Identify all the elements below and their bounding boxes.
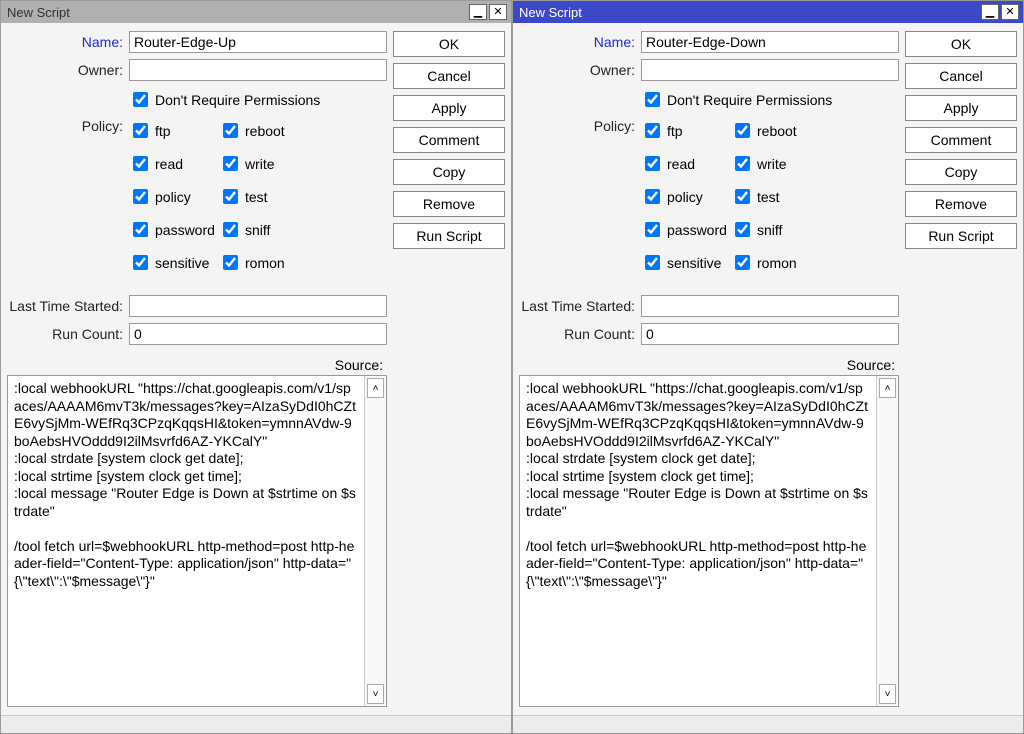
dont-require-permissions-checkbox[interactable] [133,92,148,107]
scroll-up-icon[interactable]: ˄ [879,378,896,398]
policy-reboot-checkbox[interactable] [223,123,238,138]
policy-ftp-checkbox[interactable] [645,123,660,138]
policy-sniff-label: sniff [245,222,270,238]
run-count-label: Run Count: [519,326,641,342]
last-time-label: Last Time Started: [7,298,129,314]
policy-password-checkbox[interactable] [133,222,148,237]
policy-romon-checkbox[interactable] [223,255,238,270]
scroll-down-icon[interactable]: ˅ [879,684,896,704]
policy-label: Policy: [7,118,129,134]
source-textarea[interactable] [8,376,364,706]
cancel-button[interactable]: Cancel [393,63,505,89]
titlebar[interactable]: New Script ▁ ✕ [513,1,1023,23]
minimize-icon[interactable]: ▁ [469,4,487,20]
ok-button[interactable]: OK [905,31,1017,57]
source-label: Source: [7,357,383,373]
window-title: New Script [517,5,582,20]
remove-button[interactable]: Remove [393,191,505,217]
scroll-up-icon[interactable]: ˄ [367,378,384,398]
copy-button[interactable]: Copy [905,159,1017,185]
policy-password-label: password [667,222,727,238]
owner-label: Owner: [7,62,129,78]
policy-sniff-label: sniff [757,222,782,238]
policy-sensitive-label: sensitive [155,255,209,271]
policy-romon-checkbox[interactable] [735,255,750,270]
policy-romon-label: romon [757,255,797,271]
last-time-input [129,295,387,317]
comment-button[interactable]: Comment [905,127,1017,153]
owner-input[interactable] [129,59,387,81]
name-input[interactable] [641,31,899,53]
script-dialog: New Script ▁ ✕ Name: Owner: [512,0,1024,734]
run-script-button[interactable]: Run Script [393,223,505,249]
statusbar [513,715,1023,733]
policy-ftp-label: ftp [155,123,171,139]
owner-input[interactable] [641,59,899,81]
policy-write-checkbox[interactable] [223,156,238,171]
run-count-input [641,323,899,345]
dont-require-permissions-label: Don't Require Permissions [155,92,320,108]
run-count-input [129,323,387,345]
policy-ftp-checkbox[interactable] [133,123,148,138]
source-textarea[interactable] [520,376,876,706]
name-label: Name: [519,34,641,50]
policy-test-label: test [757,189,780,205]
policy-label: Policy: [519,118,641,134]
cancel-button[interactable]: Cancel [905,63,1017,89]
source-label: Source: [519,357,895,373]
remove-button[interactable]: Remove [905,191,1017,217]
policy-test-checkbox[interactable] [735,189,750,204]
run-count-label: Run Count: [7,326,129,342]
policy-sensitive-checkbox[interactable] [645,255,660,270]
scrollbar[interactable]: ˄ ˅ [876,376,898,706]
policy-reboot-label: reboot [757,123,797,139]
dont-require-permissions-label: Don't Require Permissions [667,92,832,108]
name-label: Name: [7,34,129,50]
close-icon[interactable]: ✕ [489,4,507,20]
policy-sensitive-label: sensitive [667,255,721,271]
policy-policy-checkbox[interactable] [133,189,148,204]
policy-read-checkbox[interactable] [645,156,660,171]
policy-policy-label: policy [155,189,191,205]
policy-read-label: read [667,156,695,172]
policy-romon-label: romon [245,255,285,271]
last-time-label: Last Time Started: [519,298,641,314]
policy-sniff-checkbox[interactable] [735,222,750,237]
policy-password-checkbox[interactable] [645,222,660,237]
policy-write-checkbox[interactable] [735,156,750,171]
script-dialog: New Script ▁ ✕ Name: Owner: [0,0,512,734]
apply-button[interactable]: Apply [393,95,505,121]
window-title: New Script [5,5,70,20]
policy-sensitive-checkbox[interactable] [133,255,148,270]
policy-reboot-label: reboot [245,123,285,139]
comment-button[interactable]: Comment [393,127,505,153]
policy-sniff-checkbox[interactable] [223,222,238,237]
policy-write-label: write [757,156,787,172]
run-script-button[interactable]: Run Script [905,223,1017,249]
policy-ftp-label: ftp [667,123,683,139]
statusbar [1,715,511,733]
dont-require-permissions-checkbox[interactable] [645,92,660,107]
policy-policy-checkbox[interactable] [645,189,660,204]
policy-read-checkbox[interactable] [133,156,148,171]
ok-button[interactable]: OK [393,31,505,57]
name-input[interactable] [129,31,387,53]
policy-write-label: write [245,156,275,172]
titlebar[interactable]: New Script ▁ ✕ [1,1,511,23]
copy-button[interactable]: Copy [393,159,505,185]
minimize-icon[interactable]: ▁ [981,4,999,20]
policy-password-label: password [155,222,215,238]
policy-read-label: read [155,156,183,172]
scrollbar[interactable]: ˄ ˅ [364,376,386,706]
apply-button[interactable]: Apply [905,95,1017,121]
owner-label: Owner: [519,62,641,78]
last-time-input [641,295,899,317]
close-icon[interactable]: ✕ [1001,4,1019,20]
policy-reboot-checkbox[interactable] [735,123,750,138]
policy-test-checkbox[interactable] [223,189,238,204]
scroll-down-icon[interactable]: ˅ [367,684,384,704]
policy-test-label: test [245,189,268,205]
policy-policy-label: policy [667,189,703,205]
